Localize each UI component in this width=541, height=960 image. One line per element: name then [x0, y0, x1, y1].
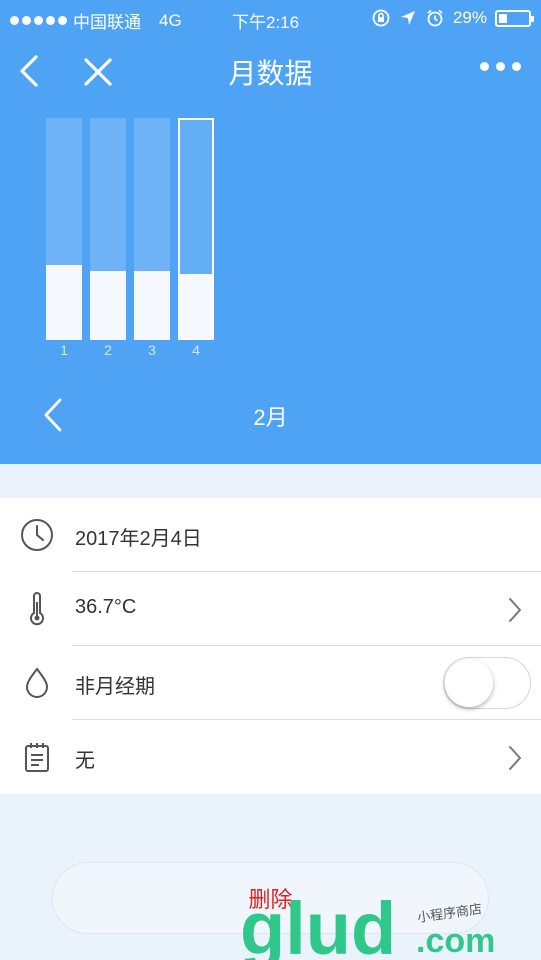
- bar-value: [134, 271, 170, 340]
- note-value: 无: [75, 750, 95, 772]
- bar-value: [46, 265, 82, 340]
- water-drop-icon: [25, 667, 49, 698]
- battery-icon: [495, 9, 534, 27]
- bar-column-3[interactable]: [134, 118, 170, 340]
- network-type: 4G: [159, 10, 182, 30]
- bar-column-1[interactable]: [46, 118, 82, 340]
- period-status-label: 非月经期: [75, 676, 155, 698]
- status-time: 下午2:16: [232, 13, 300, 32]
- battery-percent: 29%: [452, 8, 487, 27]
- notepad-icon: [25, 743, 49, 772]
- bar-tick-label: 2: [104, 342, 112, 358]
- month-label: 2月: [253, 405, 288, 430]
- period-row: 非月经期: [0, 646, 541, 720]
- bar-value: [180, 274, 212, 338]
- bar-column-2[interactable]: [90, 118, 126, 340]
- alarm-clock-icon: [427, 9, 443, 27]
- bar-tick-label: 3: [148, 342, 156, 358]
- page-title: 月数据: [228, 58, 313, 89]
- location-arrow-icon: [400, 11, 415, 25]
- temperature-value: 36.7°C: [75, 596, 137, 618]
- date-row[interactable]: 2017年2月4日: [0, 498, 541, 572]
- chevron-right-icon[interactable]: [507, 596, 523, 624]
- status-bar: 中国联通 4G 下午2:16 29%: [0, 0, 541, 36]
- header-panel: 中国联通 4G 下午2:16 29% 月数据 1 2 3 4 2月: [0, 0, 541, 464]
- orientation-lock-icon: [372, 9, 390, 27]
- delete-button[interactable]: 删除: [52, 862, 489, 934]
- thermometer-icon: [30, 592, 44, 626]
- chevron-right-icon[interactable]: [507, 744, 523, 772]
- bar-tick-label: 1: [60, 342, 68, 358]
- bar-tick-label: 4: [192, 342, 200, 358]
- signal-strength-icon: [10, 16, 67, 25]
- clock-icon: [21, 519, 53, 551]
- more-options-icon[interactable]: [480, 62, 521, 71]
- carrier-name: 中国联通: [73, 13, 141, 32]
- record-details-list: 2017年2月4日 36.7°C 非月经期 无: [0, 498, 541, 794]
- delete-button-label: 删除: [248, 887, 293, 912]
- temperature-row[interactable]: 36.7°C: [0, 572, 541, 646]
- toggle-knob: [445, 659, 493, 707]
- date-value: 2017年2月4日: [75, 528, 202, 550]
- bar-value: [90, 271, 126, 340]
- bar-column-4[interactable]: [178, 118, 214, 340]
- period-toggle[interactable]: [443, 657, 531, 709]
- note-row[interactable]: 无: [0, 720, 541, 794]
